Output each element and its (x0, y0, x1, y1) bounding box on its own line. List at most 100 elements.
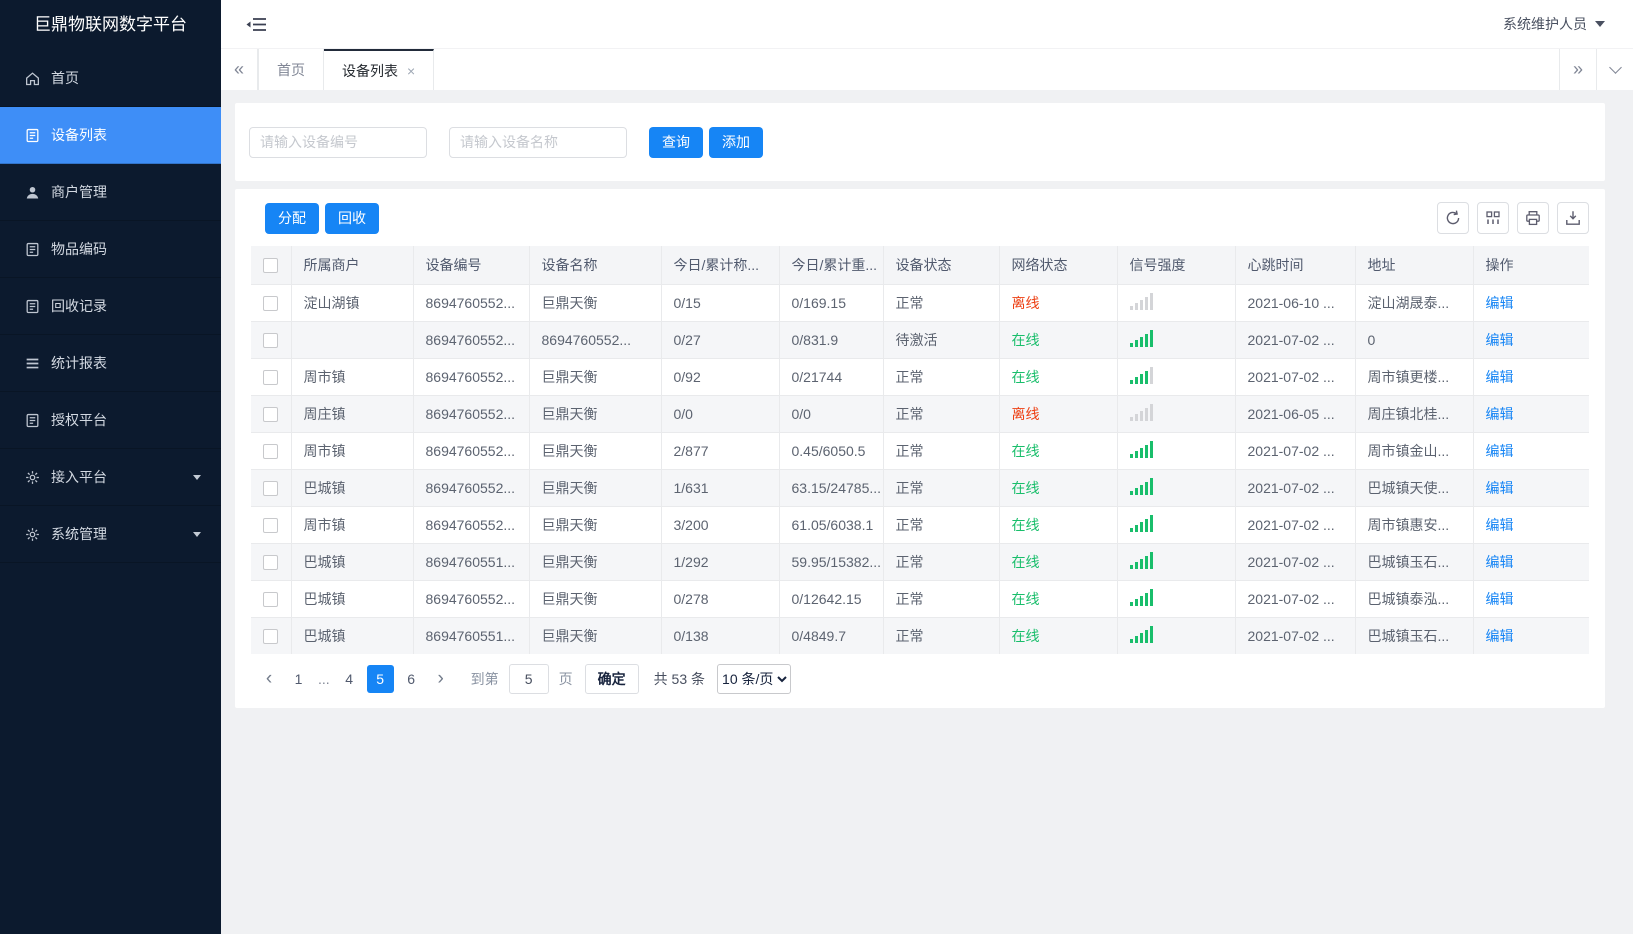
row-checkbox[interactable] (263, 554, 279, 570)
user-icon (24, 184, 41, 201)
scroll-tabs-right-button[interactable]: » (1559, 49, 1596, 90)
cell-heartbeat: 2021-07-02 ... (1234, 357, 1356, 396)
row-checkbox[interactable] (263, 295, 279, 311)
clipboard-icon (24, 298, 41, 315)
row-checkbox[interactable] (263, 443, 279, 459)
tab[interactable]: 设备列表 × (324, 49, 435, 90)
sidebar-item[interactable]: 商户管理 (0, 164, 221, 221)
row-checkbox[interactable] (263, 480, 279, 496)
page-number-button[interactable]: 4 (336, 665, 363, 693)
cell-device-status: 正常 (882, 542, 1000, 581)
column-settings-icon[interactable] (1477, 202, 1509, 234)
row-checkbox[interactable] (263, 369, 279, 385)
search-button[interactable]: 查询 (649, 126, 703, 158)
refresh-icon[interactable] (1437, 202, 1469, 234)
cell-merchant: 巴城镇 (290, 468, 414, 507)
table-row: 周市镇 8694760552... 巨鼎天衡 3/200 61.05/6038.… (250, 505, 1590, 544)
column-header: 设备名称 (528, 245, 662, 285)
cell-address: 巴城镇玉石... (1354, 616, 1474, 655)
caret-down-icon (1595, 21, 1605, 27)
next-page-button[interactable]: › (427, 665, 455, 693)
tab-label: 首页 (277, 61, 305, 78)
assign-button[interactable]: 分配 (265, 202, 319, 234)
prev-page-button[interactable]: ‹ (255, 665, 283, 693)
cell-network-status: 在线 (998, 357, 1118, 396)
edit-link[interactable]: 编辑 (1486, 628, 1514, 644)
gear-icon (24, 469, 41, 486)
cell-network-status: 在线 (998, 505, 1118, 544)
cell-today-weight: 0/831.9 (778, 320, 884, 359)
cell-signal (1116, 283, 1236, 322)
edit-link[interactable]: 编辑 (1486, 369, 1514, 385)
home-icon (24, 70, 41, 87)
edit-link[interactable]: 编辑 (1486, 554, 1514, 570)
row-checkbox[interactable] (263, 629, 279, 645)
cell-signal (1116, 468, 1236, 507)
cell-device-status: 正常 (882, 394, 1000, 433)
tab-options-button[interactable] (1596, 49, 1633, 90)
cell-today-weight: 63.15/24785... (778, 468, 884, 507)
signal-strength-icon (1129, 440, 1153, 458)
close-icon[interactable]: × (407, 63, 415, 79)
cell-device-no: 8694760552... (412, 320, 530, 359)
topbar: 系统维护人员 (221, 0, 1633, 48)
edit-link[interactable]: 编辑 (1486, 591, 1514, 607)
page-number-button[interactable]: 1 (285, 665, 312, 693)
table-row: 巴城镇 8694760552... 巨鼎天衡 1/631 63.15/24785… (250, 468, 1590, 507)
edit-link[interactable]: 编辑 (1486, 295, 1514, 311)
row-checkbox[interactable] (263, 591, 279, 607)
sidebar-item[interactable]: 物品编码 (0, 221, 221, 278)
cell-today-weight: 0/21744 (778, 357, 884, 396)
download-icon[interactable] (1557, 202, 1589, 234)
page-size-select[interactable]: 10 条/页 (717, 664, 792, 694)
cell-device-no: 8694760552... (412, 431, 530, 470)
app-logo: 巨鼎物联网数字平台 (34, 15, 187, 34)
sidebar-item[interactable]: 回收记录 (0, 278, 221, 335)
sidebar-item[interactable]: 设备列表 (0, 107, 221, 164)
page-ellipsis: ... (318, 671, 330, 687)
page-number-button[interactable]: 6 (398, 665, 425, 693)
add-button[interactable]: 添加 (709, 126, 763, 158)
cell-device-status: 正常 (882, 468, 1000, 507)
confirm-page-button[interactable]: 确定 (584, 664, 639, 694)
sidebar: 巨鼎物联网数字平台 首页设备列表 商户管理 物品编码 回收记录 统计报表 授权平台 接入平台… (0, 0, 221, 934)
edit-link[interactable]: 编辑 (1486, 480, 1514, 496)
cell-signal (1116, 579, 1236, 618)
table-body: 淀山湖镇 8694760552... 巨鼎天衡 0/15 0/169.15 正常… (250, 283, 1590, 655)
device-table: 所属商户 设备编号 设备名称 今日/累计称... 今日/累计重... 设备状态 网络状态 信号… (250, 245, 1590, 655)
user-menu[interactable]: 系统维护人员 (1503, 14, 1605, 34)
device-name-input[interactable] (449, 126, 627, 158)
edit-link[interactable]: 编辑 (1486, 406, 1514, 422)
cell-today-weight: 0/12642.15 (778, 579, 884, 618)
edit-link[interactable]: 编辑 (1486, 332, 1514, 348)
scroll-tabs-left-button[interactable]: « (221, 49, 258, 90)
sidebar-item[interactable]: 授权平台 (0, 392, 221, 449)
select-all-checkbox[interactable] (263, 258, 279, 274)
print-icon[interactable] (1517, 202, 1549, 234)
cell-network-status: 在线 (998, 468, 1118, 507)
table-row: 巴城镇 8694760551... 巨鼎天衡 1/292 59.95/15382… (250, 542, 1590, 581)
row-checkbox[interactable] (263, 332, 279, 348)
cell-signal (1116, 320, 1236, 359)
row-checkbox[interactable] (263, 517, 279, 533)
edit-link[interactable]: 编辑 (1486, 517, 1514, 533)
page-number-button[interactable]: 5 (366, 665, 394, 693)
sidebar-item[interactable]: 接入平台 (0, 449, 221, 506)
device-no-input[interactable] (249, 126, 427, 158)
goto-page-input[interactable] (508, 664, 549, 694)
signal-strength-icon (1129, 366, 1153, 384)
cell-device-name: 巨鼎天衡 (528, 283, 662, 322)
row-checkbox[interactable] (263, 406, 279, 422)
page-number-list: 1... 4 5 6 (283, 665, 427, 693)
signal-strength-icon (1129, 514, 1153, 532)
edit-link[interactable]: 编辑 (1486, 443, 1514, 459)
cell-today-count: 1/292 (660, 542, 780, 581)
sidebar-item[interactable]: 系统管理 (0, 506, 221, 563)
sidebar-item[interactable]: 统计报表 (0, 335, 221, 392)
tab[interactable]: 首页 (258, 49, 324, 90)
sidebar-item[interactable]: 首页 (0, 50, 221, 107)
sidebar-item-label: 首页 (51, 70, 79, 86)
column-header: 心跳时间 (1234, 245, 1356, 285)
recycle-button[interactable]: 回收 (325, 202, 379, 234)
collapse-menu-icon[interactable] (245, 16, 267, 33)
